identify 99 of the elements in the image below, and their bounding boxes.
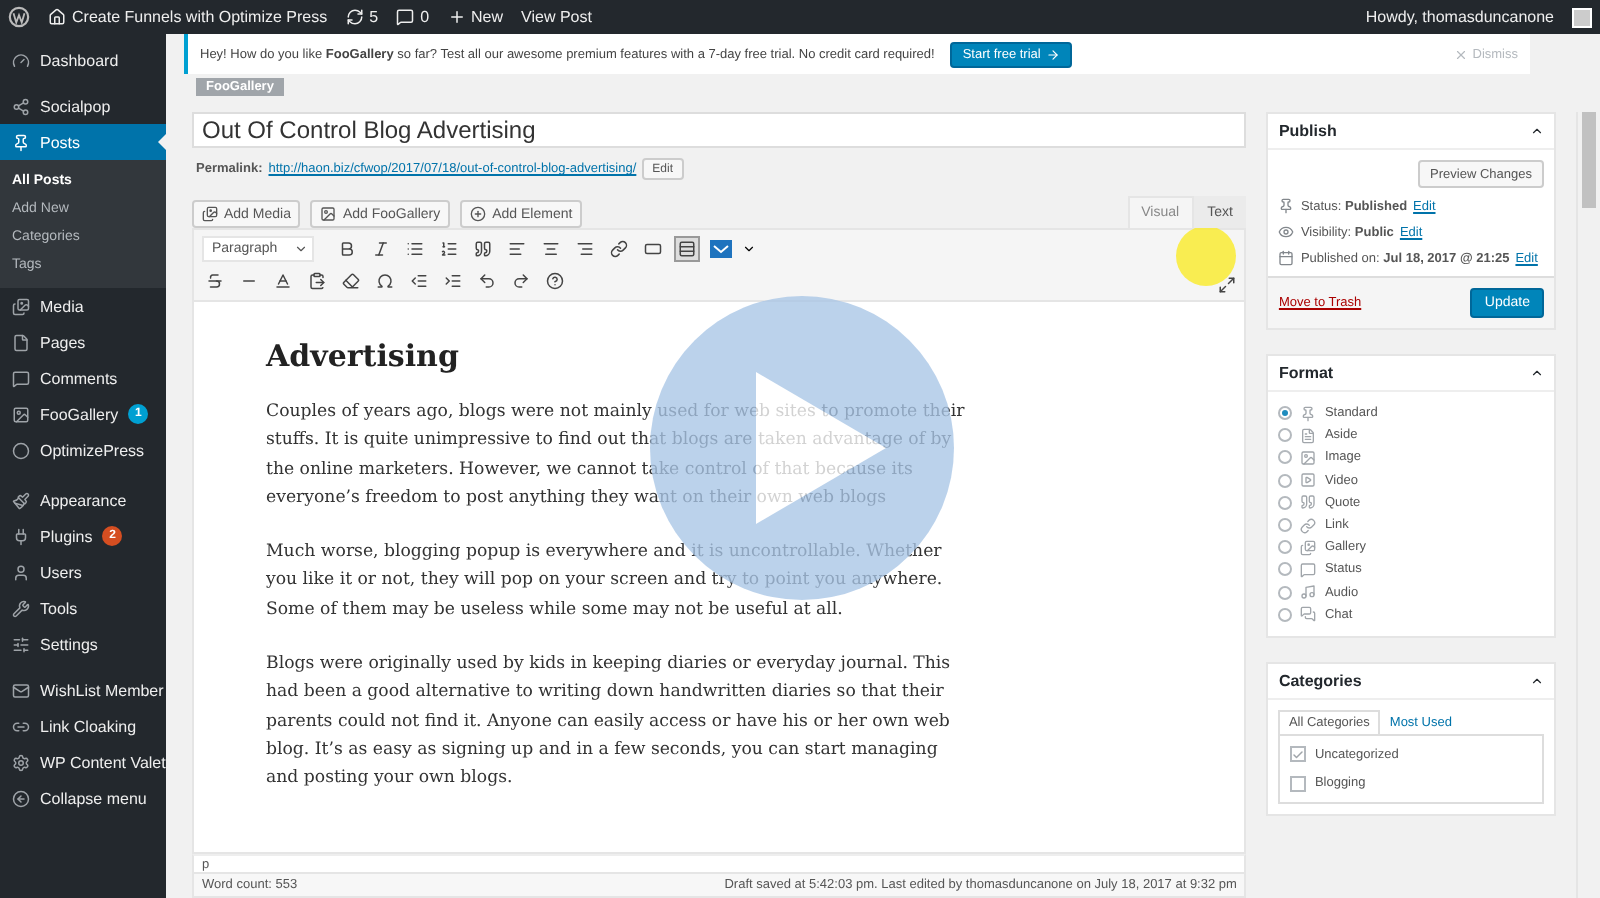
scrollbar-thumb[interactable] [1582,112,1596,208]
eye-icon [1278,224,1295,240]
link-icon[interactable] [606,236,632,262]
refresh-icon [345,8,364,26]
share-icon [12,97,30,115]
link-icon [12,717,30,735]
arrow-right-icon [1046,47,1061,61]
content-heading: Advertising [266,338,461,374]
menu-item[interactable]: WishList Member [0,672,166,708]
radio-button[interactable] [1278,607,1293,622]
comment-icon [12,369,30,387]
menu-item[interactable]: Collapse menu [0,780,166,816]
video-icon [1300,472,1317,489]
radio-button[interactable] [1278,562,1293,577]
checkbox[interactable] [1290,746,1307,763]
dashboard-icon [12,51,30,69]
redo-icon[interactable] [508,268,534,294]
numbered-list-icon[interactable] [436,236,462,262]
panel-title: Format [1278,364,1334,382]
account-link[interactable]: Howdy, thomasduncanone [1365,8,1554,26]
radio-button[interactable] [1278,518,1293,533]
comments-link[interactable]: 0 [396,8,430,26]
home-icon [48,8,66,26]
page-icon [12,333,30,351]
radio-button[interactable] [1278,495,1293,510]
pin-icon [12,133,30,151]
collapse-icon[interactable] [1530,124,1544,138]
checkbox[interactable] [1290,775,1307,792]
caret-icon[interactable] [742,242,756,256]
link-icon [1300,517,1317,534]
envelope-icon [12,681,30,699]
quote-icon[interactable] [470,236,496,262]
calendar-icon [1278,250,1295,266]
document-icon [1300,427,1317,444]
help-icon[interactable] [542,268,568,294]
menu-item[interactable]: Pages [0,324,166,360]
wordpress-logo[interactable] [8,6,30,28]
pin-icon [1300,405,1317,422]
scrollbar[interactable] [1576,112,1600,898]
content-paragraph: Blogs were originally used by kids in keeping diaries or everyday journal. This had been a good alternative to writing down handwritten diaries so that their parents could not find it. Anyone can easily access or have his or her own web blog. It’s as easy as signing up and in a few seconds, you can start managing and posting your own blogs. [266,652,953,793]
speech-bubble-icon [1300,561,1317,578]
omega-icon[interactable] [372,268,398,294]
avatar[interactable] [1572,7,1592,27]
radio-button[interactable] [1278,406,1293,421]
radio-button[interactable] [1278,585,1293,600]
circle-icon [12,441,30,459]
menu-item[interactable]: Media [0,288,166,324]
updates-link[interactable]: 5 [345,8,379,26]
sliders-icon [12,635,30,653]
collapse-icon[interactable] [1530,673,1544,688]
comment-icon [396,8,415,26]
eraser-icon[interactable] [338,268,364,294]
color-swatch-icon[interactable] [708,236,734,262]
menu-item[interactable]: Appearance [0,482,166,518]
plug-icon [12,527,30,545]
menu-item[interactable]: Users [0,554,166,590]
pin-icon [1278,198,1295,214]
chat-icon [1300,606,1317,623]
plus-circle-icon [470,206,487,222]
music-icon [1300,584,1317,601]
radio-button[interactable] [1278,428,1293,443]
radio-button[interactable] [1278,473,1293,488]
menu-item[interactable]: Dashboard [0,42,166,78]
title-field[interactable]: Out Of Control Blog Advertising [192,112,1247,148]
menu-item[interactable]: OptimizePress [0,432,166,468]
quote-icon [1300,494,1317,511]
menu-pointer [158,134,166,150]
settings-icon [12,753,30,771]
close-icon [1454,47,1469,61]
image-icon [1300,449,1317,466]
menu-item[interactable]: Socialpop [0,88,166,124]
radio-button[interactable] [1278,540,1293,555]
text-color-icon[interactable] [270,268,296,294]
menu-item[interactable]: Tools [0,590,166,626]
strikethrough-icon[interactable] [202,268,228,294]
plus-icon [447,8,466,26]
menu-item[interactable]: Posts [0,124,166,160]
collapse-icon[interactable] [1530,366,1544,380]
media-icon [12,297,30,315]
menu-item[interactable]: Settings [0,626,166,662]
menu-item[interactable]: WP Content Valet [0,744,166,780]
panel-title: Publish [1278,122,1337,140]
paintbrush-icon [12,491,30,509]
media-icon [202,206,218,222]
new-link[interactable]: New [447,8,504,26]
toolbar-toggle-icon[interactable] [674,236,700,262]
radio-button[interactable] [1278,450,1293,465]
user-icon [12,563,30,581]
undo-icon[interactable] [474,268,500,294]
menu-item[interactable]: Link Cloaking [0,708,166,744]
caret-icon [294,242,308,256]
panel-title: Categories [1278,671,1362,690]
fullscreen-icon[interactable] [1218,276,1237,294]
arrow-left-icon [12,789,30,807]
view-post-link[interactable]: View Post [521,8,592,26]
menu-item[interactable]: Comments [0,360,166,396]
wrench-icon [12,599,30,617]
site-name-link[interactable]: Create Funnels with Optimize Press [48,8,328,26]
paste-icon[interactable] [304,268,330,294]
